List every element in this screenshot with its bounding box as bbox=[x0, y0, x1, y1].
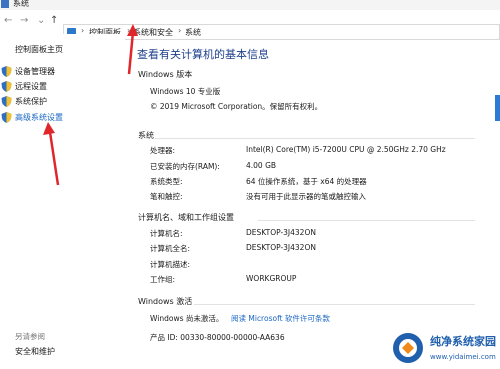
license-terms-link[interactable]: 阅读 Microsoft 软件许可条款 bbox=[231, 313, 330, 324]
processor-value: Intel(R) Core(TM) i5-7200U CPU @ 2.50GHz… bbox=[246, 145, 446, 154]
activation-section-title: Windows 激活 bbox=[138, 297, 193, 306]
edition-name: Windows 10 专业版 bbox=[150, 87, 221, 96]
ram-label: 已安装的内存(RAM): bbox=[150, 162, 220, 171]
system-type-label: 系统类型: bbox=[150, 177, 183, 186]
copyright-text: © 2019 Microsoft Corporation。保留所有权利。 bbox=[150, 102, 323, 111]
back-arrow-icon[interactable]: ← bbox=[4, 15, 12, 26]
section-divider bbox=[155, 138, 475, 139]
edition-section-title: Windows 版本 bbox=[138, 70, 193, 79]
see-also-label: 另请参阅 bbox=[15, 332, 45, 341]
sidebar-item-label: 设备管理器 bbox=[15, 67, 55, 76]
annotation-arrow-icon bbox=[127, 24, 138, 75]
security-maintenance-link[interactable]: 安全和维护 bbox=[15, 346, 55, 357]
product-id: 产品 ID: 00330-80000-00000-AA636 bbox=[150, 333, 285, 342]
system-window-icon bbox=[1, 0, 9, 8]
windows-logo-edge bbox=[495, 95, 500, 121]
workgroup-value: WORKGROUP bbox=[246, 274, 297, 283]
shield-icon bbox=[1, 66, 12, 77]
sidebar: 控制面板主页 设备管理器 远程设置 系统保护 高级系统设置 另请参阅 安全和维护 bbox=[0, 34, 125, 369]
up-arrow-icon[interactable]: ↑ bbox=[50, 15, 58, 26]
watermark-url: www.yidaimei.com bbox=[430, 353, 496, 361]
section-divider bbox=[258, 220, 475, 221]
ram-value: 4.00 GB bbox=[246, 161, 277, 170]
full-computer-name-label: 计算机全名: bbox=[150, 244, 191, 253]
page-title: 查看有关计算机的基本信息 bbox=[137, 48, 269, 61]
control-panel-home-link[interactable]: 控制面板主页 bbox=[15, 44, 63, 55]
workgroup-label: 工作组: bbox=[150, 275, 176, 284]
watermark-text: 纯净系统家园 bbox=[430, 335, 496, 348]
shield-icon bbox=[1, 96, 12, 107]
section-divider bbox=[194, 304, 475, 305]
system-type-value: 64 位操作系统，基于 x64 的处理器 bbox=[246, 177, 367, 186]
shield-icon bbox=[1, 112, 12, 123]
shield-icon bbox=[1, 81, 12, 92]
activation-status: Windows 尚未激活。 bbox=[150, 314, 224, 323]
processor-label: 处理器: bbox=[150, 146, 176, 155]
computer-name-value: DESKTOP-3J432ON bbox=[246, 228, 316, 237]
full-computer-name-value: DESKTOP-3J432ON bbox=[246, 243, 316, 252]
navigation-bar: ← → ⌄ ↑ › 控制面板 › 系统和安全 › 系统 bbox=[0, 10, 500, 40]
computer-name-section-title: 计算机名、域和工作组设置 bbox=[138, 213, 234, 222]
sidebar-item-label: 系统保护 bbox=[15, 97, 47, 106]
window-title: 系统 bbox=[13, 0, 29, 8]
computer-description-label: 计算机描述: bbox=[150, 260, 191, 269]
computer-name-label: 计算机名: bbox=[150, 229, 183, 238]
title-bar: 系统 bbox=[0, 0, 500, 10]
annotation-arrow-icon bbox=[43, 122, 60, 186]
pen-touch-label: 笔和触控: bbox=[150, 192, 183, 201]
system-section-title: 系统 bbox=[138, 131, 154, 140]
recent-locations-chevron-icon[interactable]: ⌄ bbox=[37, 15, 45, 26]
pen-touch-value: 没有可用于此显示器的笔或触控输入 bbox=[246, 192, 366, 201]
forward-arrow-icon[interactable]: → bbox=[20, 15, 28, 26]
sidebar-item-label: 远程设置 bbox=[15, 82, 47, 91]
